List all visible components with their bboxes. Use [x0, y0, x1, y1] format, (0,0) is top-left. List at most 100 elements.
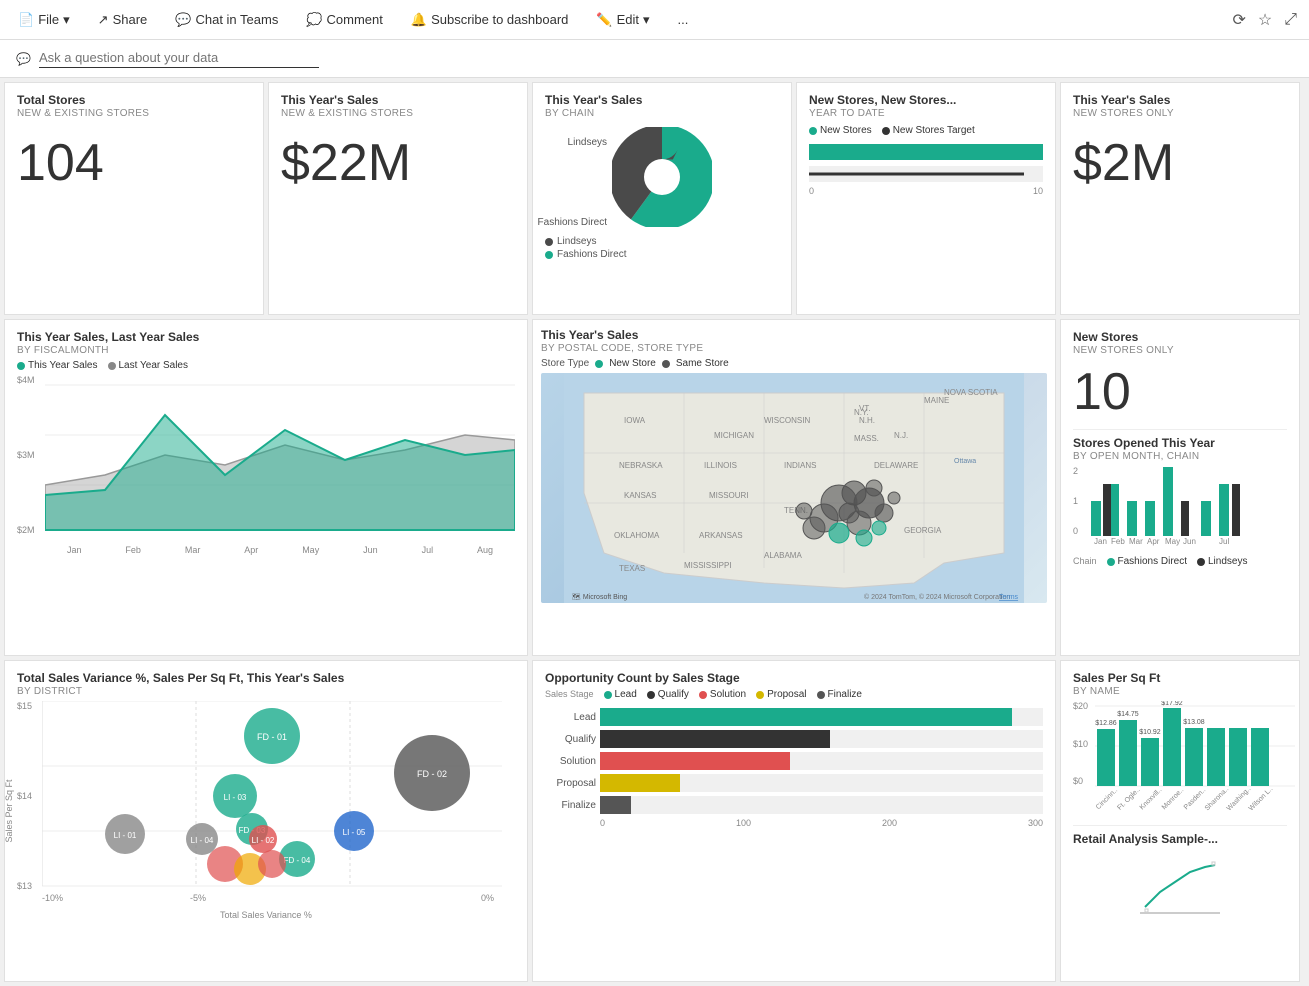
- new-stores-legend-label: New Stores: [820, 125, 872, 136]
- refresh-icon[interactable]: ⟳: [1232, 10, 1245, 30]
- ytd-axis-0: 0: [809, 186, 814, 196]
- target-dot: [882, 127, 890, 135]
- new-stores-count-subtitle: NEW STORES ONLY: [1073, 345, 1287, 356]
- svg-text:Ft. Ogle..: Ft. Ogle..: [1116, 786, 1141, 811]
- pie-chart-container: Lindseys Fashions Direct: [545, 123, 779, 234]
- svg-text:LI - 05: LI - 05: [343, 828, 366, 837]
- store-type-label: Store Type: [541, 358, 589, 369]
- finalize-track: [600, 796, 1043, 814]
- new-stores-target-legend-item: New Stores Target: [882, 125, 975, 136]
- finalize-label: Finalize: [828, 689, 862, 700]
- scatter-container: $15 $14 $13 Sales Per Sq Ft FD -: [17, 701, 515, 921]
- ty-sales-chain-card: This Year's Sales BY CHAIN Lindseys Fash…: [532, 82, 792, 315]
- lindseys-opened-dot: [1197, 558, 1205, 566]
- svg-text:LI - 04: LI - 04: [191, 836, 214, 845]
- more-options-button[interactable]: ...: [672, 8, 695, 31]
- file-menu[interactable]: 📄 File ▾: [12, 8, 76, 32]
- svg-text:Monroe..: Monroe..: [1161, 787, 1186, 811]
- svg-text:$17.92: $17.92: [1161, 701, 1183, 707]
- svg-text:ARKANSAS: ARKANSAS: [699, 531, 743, 540]
- ty-sales-new-only-title: This Year's Sales: [1073, 93, 1287, 107]
- svg-text:LI - 02: LI - 02: [252, 836, 275, 845]
- edit-chevron: ▾: [643, 12, 650, 28]
- bookmark-icon[interactable]: ☆: [1258, 10, 1272, 30]
- svg-text:WISCONSIN: WISCONSIN: [764, 416, 810, 425]
- x-feb: Feb: [125, 545, 141, 555]
- variance-title: Total Sales Variance %, Sales Per Sq Ft,…: [17, 671, 515, 685]
- map-display: IOWA NEBRASKA KANSAS OKLAHOMA TEXAS MICH…: [541, 373, 1047, 603]
- finalize-legend: Finalize: [817, 689, 862, 700]
- fashions-direct-label: Fashions Direct: [1118, 556, 1187, 567]
- comment-icon: 💭: [306, 12, 322, 28]
- x-axis-label-variance: Total Sales Variance %: [220, 910, 312, 920]
- new-store-legend: New Store: [609, 358, 656, 369]
- retail-analysis-title: Retail Analysis Sample-...: [1073, 832, 1287, 846]
- ty-legend-item: This Year Sales: [17, 360, 98, 371]
- share-button[interactable]: ↗ Share: [92, 8, 154, 32]
- ly-dot: [108, 362, 116, 370]
- y-low: $2M: [17, 525, 35, 535]
- retail-chart-icon: [1140, 857, 1220, 917]
- svg-text:FD - 02: FD - 02: [417, 769, 447, 779]
- qualify-bar-row: Qualify: [545, 730, 1043, 748]
- same-store-dot: [662, 360, 670, 368]
- solution-row-label: Solution: [545, 756, 600, 767]
- retail-analysis-thumbnail: [1073, 847, 1287, 927]
- sales-sqft-subtitle: BY NAME: [1073, 686, 1287, 697]
- file-icon: 📄: [18, 12, 34, 28]
- edit-icon: ✏️: [596, 12, 612, 28]
- more-icon: ...: [678, 12, 689, 27]
- total-stores-title: Total Stores: [17, 93, 251, 107]
- qa-input[interactable]: [39, 50, 319, 65]
- target-legend-label: New Stores Target: [893, 125, 975, 136]
- new-stores-count-title: New Stores: [1073, 330, 1287, 344]
- qualify-track: [600, 730, 1043, 748]
- proposal-bar-row: Proposal: [545, 774, 1043, 792]
- svg-text:INDIANS: INDIANS: [784, 461, 816, 470]
- ty-sales-chain-subtitle: BY CHAIN: [545, 108, 779, 119]
- svg-text:$13.08: $13.08: [1183, 719, 1205, 726]
- svg-text:-10%: -10%: [42, 893, 63, 903]
- chat-label: Chat in Teams: [195, 12, 278, 27]
- map-subtitle: BY POSTAL CODE, STORE TYPE: [541, 343, 1047, 354]
- topbar-right-actions: ⟳ ☆ ⤢: [1232, 10, 1297, 30]
- stores-opened-legend: Chain Fashions Direct Lindseys: [1073, 556, 1287, 567]
- qualify-fill: [600, 730, 830, 748]
- retail-analysis-section: Retail Analysis Sample-...: [1073, 825, 1287, 927]
- target-bar-row: [809, 166, 1043, 182]
- variance-subtitle: BY DISTRICT: [17, 686, 515, 697]
- proposal-row-label: Proposal: [545, 778, 600, 789]
- qa-input-container[interactable]: [39, 50, 319, 68]
- sales-sqft-card: Sales Per Sq Ft BY NAME $20 $10 $0 $12.8…: [1060, 660, 1300, 982]
- qualify-legend: Qualify: [647, 689, 689, 700]
- qualify-label: Qualify: [658, 689, 689, 700]
- y-15: $15: [17, 701, 32, 711]
- map-svg: IOWA NEBRASKA KANSAS OKLAHOMA TEXAS MICH…: [541, 373, 1047, 603]
- qualify-row-label: Qualify: [545, 734, 600, 745]
- svg-text:LI - 01: LI - 01: [114, 831, 137, 840]
- edit-button[interactable]: ✏️ Edit ▾: [590, 8, 655, 32]
- map-title: This Year's Sales: [541, 328, 1047, 342]
- scatter-svg: FD - 01 FD - 02 FD - 03 FD - 04 LI - 01 …: [42, 701, 502, 911]
- y-max: $4M: [17, 375, 35, 385]
- comment-button[interactable]: 💭 Comment: [300, 8, 389, 32]
- proposal-legend: Proposal: [756, 689, 806, 700]
- lead-track: [600, 708, 1043, 726]
- lead-fill: [600, 708, 1012, 726]
- ty-ly-title: This Year Sales, Last Year Sales: [17, 330, 515, 344]
- svg-text:ILLINOIS: ILLINOIS: [704, 461, 737, 470]
- svg-text:🗺 Microsoft Bing: 🗺 Microsoft Bing: [572, 593, 627, 601]
- lindseys-opened-label: Lindseys: [1208, 556, 1247, 567]
- fullscreen-icon[interactable]: ⤢: [1284, 11, 1297, 29]
- new-stores-bar-chart: 0 10: [809, 144, 1043, 196]
- svg-text:Feb: Feb: [1111, 537, 1125, 546]
- svg-text:$14.75: $14.75: [1117, 711, 1139, 718]
- x-axis-title: Total Sales Variance %: [17, 907, 515, 921]
- subscribe-button[interactable]: 🔔 Subscribe to dashboard: [405, 8, 575, 32]
- ty-sales-card: This Year's Sales NEW & EXISTING STORES …: [268, 82, 528, 315]
- chat-in-teams-button[interactable]: 💬 Chat in Teams: [169, 8, 284, 32]
- proposal-fill: [600, 774, 680, 792]
- svg-text:Jan: Jan: [1094, 537, 1107, 546]
- proposal-dot: [756, 691, 764, 699]
- chain-label: Chain: [1073, 556, 1097, 567]
